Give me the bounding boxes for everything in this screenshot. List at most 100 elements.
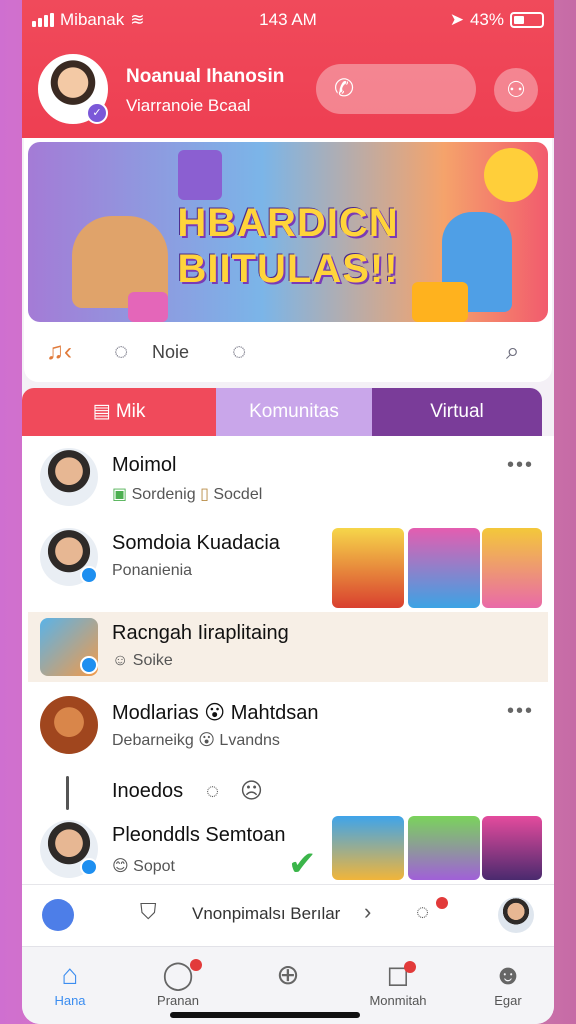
media-thumbnail[interactable] xyxy=(482,528,542,608)
profile-name: Noanual Ihanosin xyxy=(126,66,285,87)
toolbar-label[interactable]: Noie xyxy=(152,342,189,363)
nav-monmitah-label: Monmitah xyxy=(369,993,427,1008)
avatar xyxy=(40,448,98,506)
chat-list: Moimol ▣ Sordenig ▯ Socdel ••• Somdoia K… xyxy=(22,436,554,890)
featured-banner[interactable]: HBARDICN BIITULAS!! xyxy=(28,142,548,322)
avatar xyxy=(40,696,98,754)
sun-illustration xyxy=(484,148,538,202)
featured-card: HBARDICN BIITULAS!! ♫‹ ◌ Noie ◌ ⌕ xyxy=(24,138,552,382)
app-frame: Mibanak ≋ 143 AM ➤ 43% ✓ Noanual Ihanosi… xyxy=(22,0,554,1024)
chevron-right-icon[interactable]: › xyxy=(364,899,371,925)
location-icon: ➤ xyxy=(449,10,464,29)
list-item[interactable]: Inoedos ◌ ☹ xyxy=(22,772,554,818)
bookmark-icon[interactable]: ⛉ xyxy=(140,899,157,925)
verified-badge-icon xyxy=(80,656,98,674)
check-icon: ✔ xyxy=(288,845,317,883)
music-app-icon[interactable]: ♫‹ xyxy=(46,338,72,366)
nav-home-label: Hana xyxy=(54,993,86,1008)
avatar[interactable] xyxy=(498,897,534,933)
tab-komunitas[interactable]: Komunitas xyxy=(216,388,372,436)
media-thumbnail[interactable] xyxy=(332,528,404,608)
bookmark-icon: ▯ xyxy=(200,486,209,503)
item-name-text-2: Mahtdsan xyxy=(230,702,319,724)
header: Mibanak ≋ 143 AM ➤ 43% ✓ Noanual Ihanosi… xyxy=(22,0,554,138)
list-item[interactable]: Somdoia Kuadacia Ponanienia xyxy=(22,520,554,612)
item-subtitle: 😊 Sopot xyxy=(112,856,175,876)
emoji-icon: 😮 xyxy=(198,732,215,749)
message-icon: ◻ xyxy=(386,959,410,990)
person-icon: ☻ xyxy=(493,959,523,990)
media-thumbnail[interactable] xyxy=(408,816,480,880)
item-name: Moimol xyxy=(112,454,177,476)
pink-box-illustration xyxy=(128,292,168,322)
composer-input[interactable]: Vnonpimalsı Berılar xyxy=(192,904,340,924)
profile-subtitle: Viarranoie Bcaal xyxy=(126,96,251,115)
tab-virtual[interactable]: Virtual xyxy=(372,388,542,436)
list-item[interactable]: Pleonddls Semtoan 😊 Sopot ✔ xyxy=(22,816,554,890)
tag-icon: ▣ xyxy=(112,486,128,503)
comment-icon[interactable]: ◌ xyxy=(114,338,128,366)
media-thumbnail[interactable] xyxy=(332,816,404,880)
list-item[interactable]: Modlarias 😮 Mahtdsan Debarneikg 😮 Lvandn… xyxy=(22,692,554,772)
nav-home[interactable]: ⌂ Hana xyxy=(30,957,110,1008)
item-subtitle-text: Debarneikg xyxy=(112,732,194,749)
battery-percent: 43% xyxy=(469,10,504,29)
chat-icon: ◯ xyxy=(162,959,194,990)
item-name: Racngah Iiraplitaing xyxy=(112,622,289,644)
banner-title-line2: BIITULAS!! xyxy=(177,247,399,291)
item-subtitle: Debarneikg 😮 Lvandns xyxy=(112,730,280,750)
home-indicator[interactable] xyxy=(170,1012,360,1018)
nav-profile[interactable]: ☻ Egar xyxy=(468,957,548,1008)
plus-icon: ⊕ xyxy=(276,959,300,990)
chat-bubble-icon[interactable]: ◌ xyxy=(232,338,246,366)
item-name-text: Modlarias xyxy=(112,702,199,724)
media-thumbnail[interactable] xyxy=(482,816,542,880)
notification-badge xyxy=(436,897,448,909)
status-bar: Mibanak ≋ 143 AM ➤ 43% xyxy=(22,8,554,32)
composer-bar: ⛉ Vnonpimalsı Berılar › ◌ xyxy=(22,884,554,946)
list-icon: ▤ xyxy=(92,401,111,422)
verified-badge-icon xyxy=(80,566,98,584)
item-subtitle-text: Sordenig xyxy=(131,486,196,503)
search-icon[interactable]: ⌕ xyxy=(506,338,519,366)
verified-badge-icon: ✓ xyxy=(86,102,108,124)
likes-icon: ☺ xyxy=(112,652,129,669)
item-name: Inoedos xyxy=(112,780,184,802)
divider-line xyxy=(66,776,69,810)
tab-bar: ▤ Mik Komunitas Virtual xyxy=(22,388,554,436)
more-options-icon[interactable]: ••• xyxy=(507,454,534,477)
nav-pranan-label: Pranan xyxy=(157,993,199,1008)
chat-app-icon[interactable] xyxy=(42,899,74,931)
notification-icon[interactable]: ◌ xyxy=(416,899,429,925)
home-icon: ⌂ xyxy=(61,959,79,990)
nav-profile-label: Egar xyxy=(494,993,522,1008)
phone-icon: ✆ xyxy=(334,75,355,102)
item-subtitle-text: Sopot xyxy=(133,858,175,875)
banner-title: HBARDICN BIITULAS!! xyxy=(28,200,548,292)
tab-mik[interactable]: ▤ Mik xyxy=(22,388,216,436)
banner-title-line1: HBARDICN xyxy=(177,201,399,245)
item-subtitle: ▣ Sordenig ▯ Socdel xyxy=(112,484,262,504)
neutral-face-icon[interactable]: ☹ xyxy=(240,778,263,804)
item-subtitle-text: Soike xyxy=(132,652,173,669)
more-options-icon[interactable]: ••• xyxy=(507,700,534,723)
emoji-icon: 😮 xyxy=(204,702,226,724)
call-button[interactable]: ✆ xyxy=(316,64,476,114)
list-item[interactable]: Moimol ▣ Sordenig ▯ Socdel ••• xyxy=(22,436,554,516)
status-right: ➤ 43% xyxy=(450,10,544,30)
verified-badge-icon xyxy=(80,858,98,876)
add-friend-button[interactable]: ⚇ xyxy=(494,68,538,112)
add-user-icon: ⚇ xyxy=(506,77,526,102)
nav-add[interactable]: ⊕ xyxy=(248,957,328,993)
location-pin-icon[interactable]: ◌ xyxy=(206,778,219,804)
battery-icon xyxy=(510,12,544,28)
item-name: Pleonddls Semtoan xyxy=(112,824,286,846)
message-badge xyxy=(404,961,416,973)
nav-monmitah[interactable]: ◻ Monmitah xyxy=(358,957,438,1008)
nav-pranan[interactable]: ◯ Pranan xyxy=(138,957,218,1008)
music-box-illustration xyxy=(178,150,222,200)
media-thumbnail[interactable] xyxy=(408,528,480,608)
item-subtitle: Ponanienia xyxy=(112,562,193,579)
tab-mik-label: Mik xyxy=(115,401,146,422)
list-item[interactable]: Racngah Iiraplitaing ☺ Soike xyxy=(28,612,548,682)
